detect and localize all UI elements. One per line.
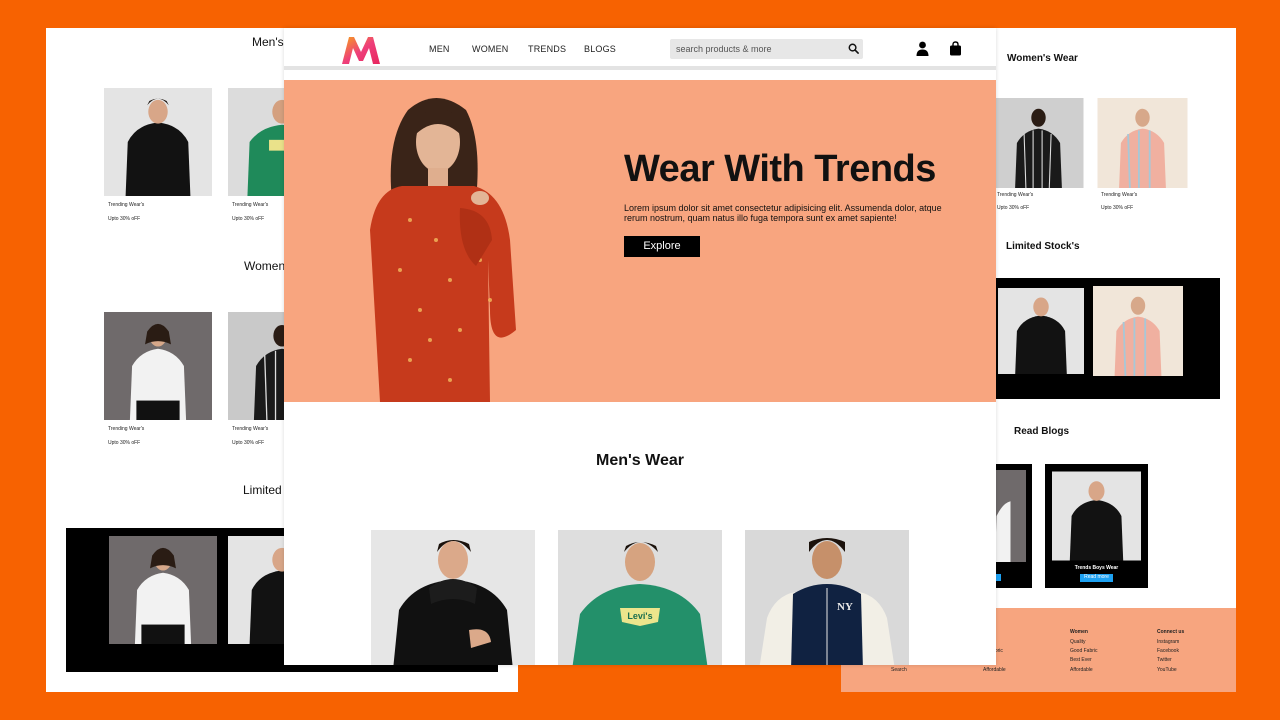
hero-title: Wear With Trends: [624, 148, 936, 190]
footer-link[interactable]: Quality: [1070, 639, 1086, 645]
footer-link[interactable]: Good Fabric: [1070, 648, 1098, 654]
product-image-pastel-shirt[interactable]: [1097, 98, 1188, 188]
search-input[interactable]: [670, 39, 840, 59]
footer-link-twitter[interactable]: Twitter: [1157, 657, 1172, 663]
product-image-black-hoodie[interactable]: [104, 88, 212, 196]
user-icon[interactable]: [916, 41, 929, 56]
search-bar: [670, 39, 863, 59]
limited-stock-strip: [991, 278, 1220, 399]
nav-link-men[interactable]: MEN: [429, 44, 450, 54]
product-image-varsity-jacket[interactable]: NY: [745, 530, 909, 665]
limited-heading: Limited: [243, 483, 282, 497]
product-caption: Trending Wear's: [232, 426, 269, 432]
blog-title: Trends Boys Wear: [1074, 565, 1119, 571]
explore-button[interactable]: Explore: [624, 236, 700, 257]
product-caption: Trending Wear's: [1101, 192, 1138, 198]
footer-link-youtube[interactable]: YouTube: [1157, 667, 1177, 673]
product-offer: Upto 30% oFF: [997, 205, 1030, 211]
product-caption: Trending Wear's: [108, 202, 145, 208]
footer-link-facebook[interactable]: Facebook: [1157, 648, 1179, 654]
footer-link[interactable]: Affordable: [983, 667, 1006, 673]
product-offer: Upto 30% oFF: [1101, 205, 1134, 211]
limited-stock-heading: Limited Stock's: [1006, 241, 1080, 252]
product-image-striped-top[interactable]: [993, 98, 1084, 188]
footer-link-instagram[interactable]: Instagram: [1157, 639, 1179, 645]
hero-banner: Wear With Trends Lorem ipsum dolor sit a…: [284, 80, 996, 402]
product-image-black-hoodie[interactable]: [371, 530, 535, 665]
mens-wear-heading: Men's Wear: [596, 452, 684, 469]
product-image-white-shirt[interactable]: [109, 536, 217, 644]
product-caption: Trending Wear's: [108, 426, 145, 432]
product-image-pastel-shirt[interactable]: [1093, 286, 1183, 376]
mens-heading: Men's: [252, 35, 284, 49]
footer-heading-women: Women: [1070, 629, 1088, 635]
footer-link[interactable]: Affordable: [1070, 667, 1093, 673]
svg-text:NY: NY: [837, 601, 853, 613]
product-offer: Upto 30% oFF: [108, 216, 141, 222]
womens-wear-heading: Women's Wear: [1007, 53, 1078, 64]
blog-card[interactable]: Trends Boys Wear Read more: [1045, 464, 1148, 588]
product-offer: Upto 30% oFF: [232, 440, 265, 446]
product-image-white-shirt[interactable]: [104, 312, 212, 420]
blog-card[interactable]: [995, 464, 1032, 588]
hero-model-image: [370, 98, 516, 402]
search-icon[interactable]: [848, 43, 859, 54]
product-offer: Upto 30% oFF: [232, 216, 265, 222]
blog-image: [1052, 470, 1141, 562]
navbar: MEN WOMEN TRENDS BLOGS: [284, 28, 996, 70]
product-caption: Trending Wear's: [997, 192, 1034, 198]
footer-link[interactable]: Search: [891, 667, 907, 673]
read-blogs-heading: Read Blogs: [1014, 426, 1070, 437]
myntra-logo-icon[interactable]: [340, 35, 382, 65]
footer-link[interactable]: Best Ever: [1070, 657, 1092, 663]
womens-heading: Women': [244, 259, 288, 273]
main-page: MEN WOMEN TRENDS BLOGS search products &…: [284, 28, 996, 665]
nav-link-trends[interactable]: TRENDS: [528, 44, 566, 54]
nav-link-blogs[interactable]: BLOGS: [584, 44, 616, 54]
svg-text:Levi's: Levi's: [627, 611, 652, 621]
read-more-button[interactable]: Read more: [1080, 574, 1113, 582]
product-offer: Upto 30% oFF: [108, 440, 141, 446]
hero-description: Lorem ipsum dolor sit amet consectetur a…: [624, 203, 942, 223]
product-caption: Trending Wear's: [232, 202, 269, 208]
blog-image: [995, 470, 1026, 562]
footer-heading-connect: Connect us: [1157, 629, 1185, 635]
nav-link-women[interactable]: WOMEN: [472, 44, 509, 54]
product-image-black-hoodie[interactable]: [998, 286, 1084, 376]
product-image-green-sweatshirt[interactable]: Levi's: [558, 530, 722, 665]
shopping-bag-icon[interactable]: [949, 41, 962, 56]
